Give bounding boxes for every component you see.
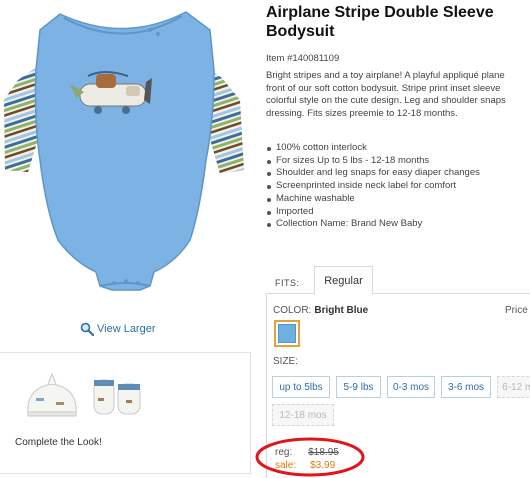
product-title-line2: Bodysuit [266, 23, 335, 40]
swatch-fill [278, 324, 296, 343]
price-header: Price [505, 305, 528, 316]
color-swatch-bright-blue[interactable] [274, 320, 300, 347]
feature-item: Screenprinted inside neck label for comf… [266, 180, 480, 193]
feature-item: Collection Name: Brand New Baby [266, 218, 480, 231]
magnifier-icon [80, 322, 94, 336]
size-label: SIZE: [273, 356, 299, 367]
complete-the-look-label: Complete the Look! [15, 437, 102, 448]
description-line: Bright stripes and a toy airplane! A pla… [266, 70, 505, 81]
color-value: Bright Blue [314, 305, 369, 316]
color-label: COLOR: [273, 305, 312, 316]
product-title: Airplane Stripe Double Sleeve Bodysuit [266, 3, 530, 41]
size-button-3-6-mos[interactable]: 3-6 mos [441, 376, 491, 398]
size-button-12-18-mos: 12-18 mos [272, 404, 334, 426]
size-button-6-12-mos: 6-12 mos [497, 376, 530, 398]
view-larger-link[interactable]: View Larger [80, 322, 156, 336]
product-image[interactable] [0, 0, 254, 310]
feature-item: For sizes Up to 5 lbs - 12-18 months [266, 155, 480, 168]
feature-list: 100% cotton interlock For sizes Up to 5 … [266, 142, 480, 231]
color-row: COLOR: Bright Blue [273, 305, 368, 316]
product-title-line1: Airplane Stripe Double Sleeve [266, 4, 494, 21]
size-button-0-3-mos[interactable]: 0-3 mos [387, 376, 435, 398]
product-description: Bright stripes and a toy airplane! A pla… [266, 70, 530, 120]
fits-label: FITS: [275, 278, 300, 288]
description-line: dressing. Fits sizes preemie to 12-18 mo… [266, 107, 458, 119]
item-number: Item #140081109 [266, 53, 340, 64]
description-line: colorful style on the cute design. Leg a… [266, 95, 506, 107]
size-button-up-to-5lbs[interactable]: up to 5lbs [272, 376, 330, 398]
feature-item: Imported [266, 206, 480, 219]
size-button-5-9-lbs[interactable]: 5-9 lbs [336, 376, 381, 398]
feature-item: Machine washable [266, 193, 480, 206]
feature-item: Shoulder and leg snaps for easy diaper c… [266, 167, 480, 180]
feature-item: 100% cotton interlock [266, 142, 480, 155]
view-larger-label: View Larger [97, 323, 156, 335]
description-line: front of our soft cotton bodysuit. Strip… [266, 82, 501, 94]
complete-the-look-thumbnail[interactable] [22, 370, 152, 420]
tab-regular[interactable]: Regular [314, 266, 373, 294]
price-highlight-circle [255, 437, 365, 477]
